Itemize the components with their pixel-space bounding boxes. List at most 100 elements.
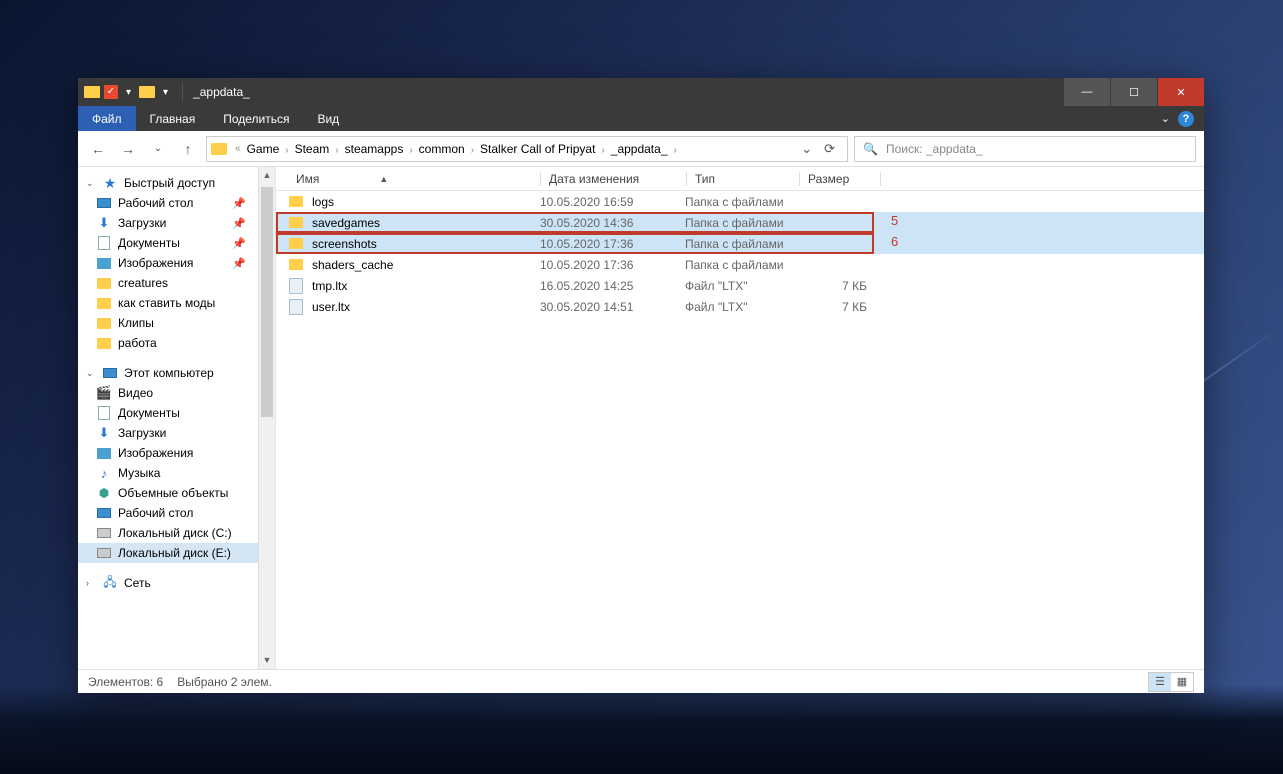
folder-icon	[96, 275, 112, 291]
back-button[interactable]: ←	[86, 137, 110, 161]
sidebar-item-documents[interactable]: Документы 📌	[78, 233, 258, 253]
sidebar-item-disk-c[interactable]: Локальный диск (C:)	[78, 523, 258, 543]
folder-icon	[139, 86, 155, 98]
chevron-right-icon[interactable]: ›	[599, 145, 606, 156]
breadcrumb-item[interactable]: Steam	[291, 142, 334, 156]
window-title: _appdata_	[187, 85, 1063, 99]
file-size: 7 КБ	[797, 300, 877, 314]
sidebar-item-label: работа	[118, 336, 157, 350]
network-icon: 🖧	[102, 575, 118, 591]
sidebar-item-downloads[interactable]: ⬇ Загрузки 📌	[78, 213, 258, 233]
view-icons-button[interactable]: ▦	[1171, 673, 1193, 691]
sidebar-item-videos[interactable]: 🎬 Видео	[78, 383, 258, 403]
column-label: Имя	[296, 172, 319, 186]
tab-file[interactable]: Файл	[78, 106, 136, 131]
sidebar-item-desktop[interactable]: Рабочий стол 📌	[78, 193, 258, 213]
file-date: 10.05.2020 17:36	[540, 237, 685, 251]
sidebar-item-creatures[interactable]: creatures	[78, 273, 258, 293]
breadcrumb-item[interactable]: _appdata_	[607, 142, 672, 156]
sidebar-item-label: Документы	[118, 406, 180, 420]
chevron-right-icon[interactable]: ›	[672, 145, 679, 156]
sidebar-item-desktop2[interactable]: Рабочий стол	[78, 503, 258, 523]
column-name[interactable]: Имя ▲	[288, 172, 540, 186]
check-icon: ✓	[104, 85, 118, 99]
close-button[interactable]: ✕	[1158, 78, 1204, 106]
folder-icon	[288, 236, 304, 252]
chevron-right-icon[interactable]: ›	[469, 145, 476, 156]
view-details-button[interactable]: ☰	[1149, 673, 1171, 691]
file-row[interactable]: savedgames30.05.2020 14:36Папка с файлам…	[276, 212, 1204, 233]
minimize-button[interactable]: —	[1064, 78, 1110, 106]
file-name: tmp.ltx	[312, 279, 540, 293]
recent-dropdown-icon[interactable]: ⌄	[146, 137, 170, 161]
sidebar-this-pc[interactable]: ⌄ Этот компьютер	[78, 363, 258, 383]
scroll-down-icon[interactable]: ▼	[259, 652, 275, 669]
search-icon: 🔍	[863, 142, 878, 156]
file-name: screenshots	[312, 237, 540, 251]
annotation-label: 5	[891, 213, 898, 228]
pin-icon: 📌	[232, 197, 252, 210]
column-size[interactable]: Размер	[800, 172, 880, 186]
sidebar-scrollbar[interactable]: ▲ ▼	[258, 167, 275, 669]
sidebar-item-documents2[interactable]: Документы	[78, 403, 258, 423]
file-row[interactable]: screenshots10.05.2020 17:36Папка с файла…	[276, 233, 1204, 254]
breadcrumb-item[interactable]: common	[415, 142, 469, 156]
sidebar-item-label: Видео	[118, 386, 153, 400]
sidebar-item-label: Локальный диск (E:)	[118, 546, 231, 560]
file-row[interactable]: logs10.05.2020 16:59Папка с файлами	[276, 191, 1204, 212]
sidebar-item-pictures2[interactable]: Изображения	[78, 443, 258, 463]
chevron-right-icon[interactable]: ›	[333, 145, 340, 156]
column-date[interactable]: Дата изменения	[541, 172, 686, 186]
tab-home[interactable]: Главная	[136, 106, 210, 131]
explorer-window: ✓ ▾ ▾ _appdata_ — ☐ ✕ Файл Главная Подел…	[78, 78, 1204, 693]
sidebar-item-disk-e[interactable]: Локальный диск (E:)	[78, 543, 258, 563]
sidebar-item-label: Локальный диск (C:)	[118, 526, 232, 540]
download-icon: ⬇	[96, 215, 112, 231]
breadcrumb-item[interactable]: steamapps	[341, 142, 408, 156]
sidebar-quick-access[interactable]: ⌄ ★ Быстрый доступ	[78, 173, 258, 193]
chevron-right-icon[interactable]: ›	[407, 145, 414, 156]
music-icon: ♪	[96, 465, 112, 481]
picture-icon	[96, 445, 112, 461]
chevron-right-icon[interactable]: ›	[283, 145, 290, 156]
sidebar-item-work[interactable]: работа	[78, 333, 258, 353]
sidebar-network[interactable]: › 🖧 Сеть	[78, 573, 258, 593]
tab-view[interactable]: Вид	[303, 106, 353, 131]
sidebar-item-mods-guide[interactable]: как ставить моды	[78, 293, 258, 313]
scroll-up-icon[interactable]: ▲	[259, 167, 275, 184]
download-icon: ⬇	[96, 425, 112, 441]
maximize-button[interactable]: ☐	[1111, 78, 1157, 106]
breadcrumb-item[interactable]: Stalker Call of Pripyat	[476, 142, 599, 156]
file-row[interactable]: tmp.ltx16.05.2020 14:25Файл "LTX"7 КБ	[276, 275, 1204, 296]
search-input[interactable]: 🔍 Поиск: _appdata_	[854, 136, 1196, 162]
forward-button[interactable]: →	[116, 137, 140, 161]
expand-ribbon-icon[interactable]: ⌄	[1161, 112, 1170, 125]
refresh-icon[interactable]: ⟳	[824, 141, 835, 157]
desktop-icon	[96, 505, 112, 521]
breadcrumb-item[interactable]: Game	[243, 142, 284, 156]
sidebar-item-downloads2[interactable]: ⬇ Загрузки	[78, 423, 258, 443]
history-dropdown-icon[interactable]: ⌄	[801, 141, 812, 157]
qat-dropdown-icon[interactable]: ▾	[159, 87, 172, 98]
scrollbar-thumb[interactable]	[261, 187, 273, 417]
disk-icon	[96, 545, 112, 561]
tab-share[interactable]: Поделиться	[209, 106, 303, 131]
ribbon-tabs: Файл Главная Поделиться Вид ⌄ ?	[78, 106, 1204, 131]
qat-dropdown-icon[interactable]: ▾	[122, 87, 135, 98]
column-type[interactable]: Тип	[687, 172, 799, 186]
up-button[interactable]: ↑	[176, 137, 200, 161]
sidebar-item-pictures[interactable]: Изображения 📌	[78, 253, 258, 273]
file-date: 10.05.2020 16:59	[540, 195, 685, 209]
breadcrumb[interactable]: « Game›Steam›steamapps›common›Stalker Ca…	[206, 136, 848, 162]
sidebar-item-label: Клипы	[118, 316, 154, 330]
chevron-left-icon[interactable]: «	[233, 143, 243, 154]
folder-icon	[84, 86, 100, 98]
sidebar-item-3d-objects[interactable]: ⬢ Объемные объекты	[78, 483, 258, 503]
help-icon[interactable]: ?	[1178, 111, 1194, 127]
file-row[interactable]: shaders_cache10.05.2020 17:36Папка с фай…	[276, 254, 1204, 275]
picture-icon	[96, 255, 112, 271]
file-row[interactable]: user.ltx30.05.2020 14:51Файл "LTX"7 КБ	[276, 296, 1204, 317]
titlebar[interactable]: ✓ ▾ ▾ _appdata_ — ☐ ✕	[78, 78, 1204, 106]
sidebar-item-clips[interactable]: Клипы	[78, 313, 258, 333]
sidebar-item-music[interactable]: ♪ Музыка	[78, 463, 258, 483]
